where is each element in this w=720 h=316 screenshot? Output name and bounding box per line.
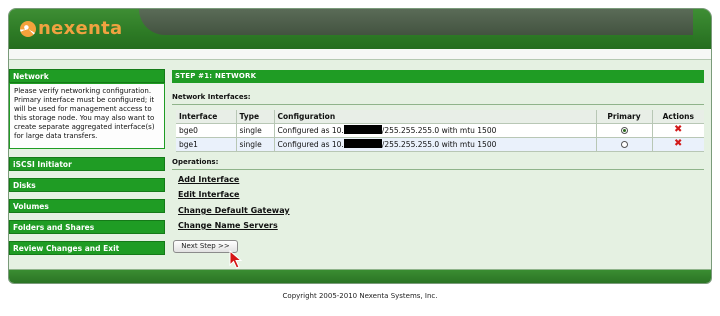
primary-radio-icon[interactable]: [620, 126, 628, 134]
column-header-type: Type: [236, 110, 275, 124]
sub-header-strip: [9, 49, 711, 60]
redacted-ip-block: [343, 125, 382, 134]
sidebar-item-disks[interactable]: Disks: [9, 178, 165, 192]
mouse-cursor-icon: [229, 250, 243, 269]
change-default-gateway-link[interactable]: Change Default Gateway: [178, 206, 290, 215]
header-decoration: [139, 9, 699, 35]
footer-bar: [9, 269, 711, 283]
config-suffix: /255.255.255.0 with mtu 1500: [381, 140, 497, 149]
sidebar-item-label: Disks: [13, 181, 36, 190]
header-bar: nexenta: [9, 9, 711, 49]
sidebar-item-label: iSCSI Initiator: [13, 160, 72, 169]
config-suffix: /255.255.255.0 with mtu 1500: [381, 126, 497, 135]
header-decoration-right: [693, 9, 711, 49]
sidebar-description: Please verify networking configuration. …: [9, 83, 165, 149]
sidebar-item-label: Network: [13, 72, 49, 81]
sidebar-item-label: Review Changes and Exit: [13, 244, 120, 253]
interface-configuration: Configured as 10. /255.255.255.0 with mtu…: [274, 123, 597, 138]
brand-name: nexenta: [38, 18, 123, 39]
table-row: bge1 single Configured as 10. /255.255.25…: [176, 137, 704, 152]
interface-configuration: Configured as 10. /255.255.255.0 with mtu…: [274, 137, 597, 152]
sidebar-item-review-changes[interactable]: Review Changes and Exit: [9, 241, 165, 255]
section-divider: [172, 104, 704, 105]
brand-logo: nexenta: [20, 18, 123, 39]
config-prefix: Configured as 10.: [277, 126, 344, 135]
table-header-row: Interface Type Configuration Primary Act…: [176, 110, 704, 124]
sidebar-item-label: Volumes: [13, 202, 49, 211]
nexenta-logo-icon: [20, 20, 36, 37]
interfaces-label: Network Interfaces:: [172, 93, 251, 101]
column-header-interface: Interface: [176, 110, 237, 124]
step-title: STEP #1: NETWORK: [172, 70, 704, 83]
config-prefix: Configured as 10.: [277, 140, 344, 149]
interface-type: single: [236, 137, 275, 152]
primary-cell: [596, 123, 653, 138]
sidebar-item-label: Folders and Shares: [13, 223, 95, 232]
primary-cell: [596, 137, 653, 152]
copyright-text: Copyright 2005-2010 Nexenta Systems, Inc…: [282, 292, 438, 300]
interfaces-table: Interface Type Configuration Primary Act…: [176, 110, 704, 152]
redacted-ip-block: [343, 139, 382, 148]
sidebar-item-volumes[interactable]: Volumes: [9, 199, 165, 213]
section-divider: [172, 169, 704, 170]
actions-cell: ✖: [652, 137, 704, 152]
sidebar-item-folders-and-shares[interactable]: Folders and Shares: [9, 220, 165, 234]
primary-radio-icon[interactable]: [620, 140, 628, 148]
column-header-configuration: Configuration: [274, 110, 597, 124]
interface-name: bge1: [176, 137, 237, 152]
operations-label: Operations:: [172, 158, 219, 166]
actions-cell: ✖: [652, 123, 704, 138]
delete-x-icon[interactable]: ✖: [674, 124, 682, 135]
interface-type: single: [236, 123, 275, 138]
change-name-servers-link[interactable]: Change Name Servers: [178, 221, 278, 230]
sidebar-item-network[interactable]: Network: [9, 69, 165, 83]
column-header-actions: Actions: [652, 110, 704, 124]
delete-x-icon[interactable]: ✖: [674, 138, 682, 149]
table-row: bge0 single Configured as 10. /255.255.25…: [176, 123, 704, 138]
add-interface-link[interactable]: Add Interface: [178, 175, 239, 184]
interface-name: bge0: [176, 123, 237, 138]
edit-interface-link[interactable]: Edit Interface: [178, 190, 239, 199]
column-header-primary: Primary: [596, 110, 653, 124]
sidebar-item-iscsi-initiator[interactable]: iSCSI Initiator: [9, 157, 165, 171]
